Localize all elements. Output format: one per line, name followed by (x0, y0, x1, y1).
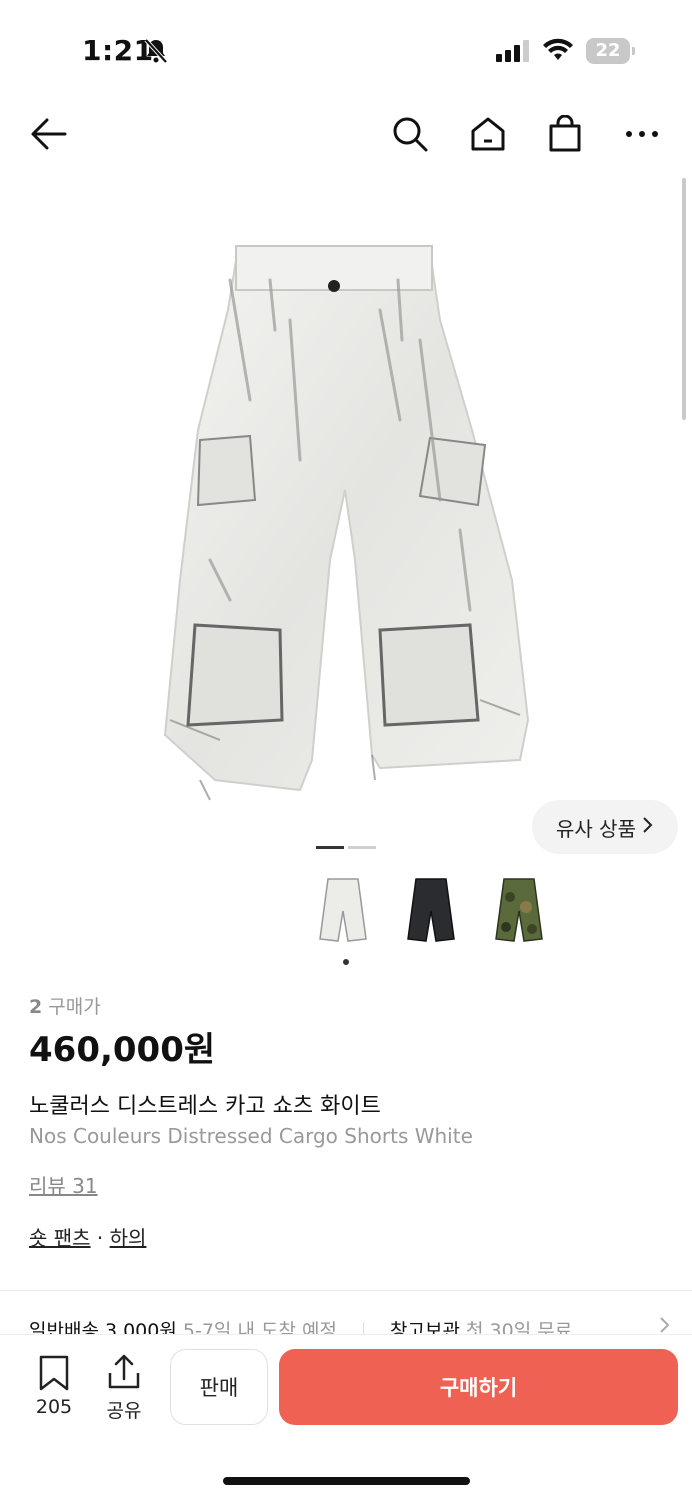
wifi-icon (542, 38, 574, 66)
back-arrow-icon[interactable] (26, 112, 70, 156)
category-link-bottoms[interactable]: 하의 (110, 1226, 147, 1250)
category-breadcrumb: 숏 팬츠 · 하의 (29, 1222, 669, 1251)
variant-thumbnail-white[interactable] (310, 872, 376, 948)
status-bar: 1:21 22 (0, 0, 692, 100)
share-button[interactable]: 공유 (98, 1353, 150, 1423)
purchase-count-label: 구매가 (48, 996, 101, 1018)
similar-products-button[interactable]: 유사 상품 (532, 800, 678, 854)
variant-thumbnail-black[interactable] (398, 872, 464, 948)
similar-products-label: 유사 상품 (556, 816, 636, 841)
bottom-action-bar: 205 공유 판매 구매하기 (0, 1334, 692, 1500)
variant-thumbnail-camo[interactable] (486, 872, 552, 948)
product-title-english: Nos Couleurs Distressed Cargo Shorts Whi… (29, 1124, 473, 1148)
buy-button[interactable]: 구매하기 (279, 1349, 678, 1425)
category-link-shorts[interactable]: 숏 팬츠 (29, 1226, 91, 1250)
share-label: 공유 (106, 1400, 142, 1422)
product-image[interactable] (0, 200, 692, 840)
bookmark-button[interactable]: 205 (28, 1355, 80, 1418)
status-time: 1:21 (82, 34, 154, 67)
category-separator: · (90, 1226, 110, 1250)
selected-variant-dot (343, 959, 349, 965)
top-nav (0, 100, 692, 170)
image-page-indicator (316, 846, 376, 850)
purchase-count-number: 2 (29, 996, 43, 1018)
battery-nub (632, 47, 635, 55)
chevron-right-icon (642, 815, 654, 839)
color-variant-thumbnails (310, 872, 552, 952)
section-divider (0, 1290, 692, 1291)
page-dot-active (316, 846, 344, 849)
cellular-signal-icon (496, 40, 532, 66)
home-icon[interactable] (466, 112, 510, 156)
more-menu-icon[interactable] (620, 112, 664, 156)
battery-level: 22 (586, 38, 630, 64)
review-link[interactable]: 리뷰 31 (29, 1170, 669, 1199)
shopping-bag-icon[interactable] (543, 112, 587, 156)
home-indicator[interactable] (223, 1477, 470, 1485)
product-title-korean: 노쿨러스 디스트레스 카고 쇼츠 화이트 (29, 1094, 381, 1119)
share-icon (98, 1353, 150, 1396)
bell-muted-icon (144, 38, 168, 68)
page-dot (348, 846, 376, 849)
sell-button[interactable]: 판매 (170, 1349, 268, 1425)
bookmark-count: 205 (35, 1396, 73, 1418)
purchase-count: 2 구매가 (29, 992, 669, 1019)
search-icon[interactable] (388, 112, 432, 156)
product-price: 460,000원 (29, 1030, 216, 1070)
bookmark-icon (28, 1355, 80, 1396)
